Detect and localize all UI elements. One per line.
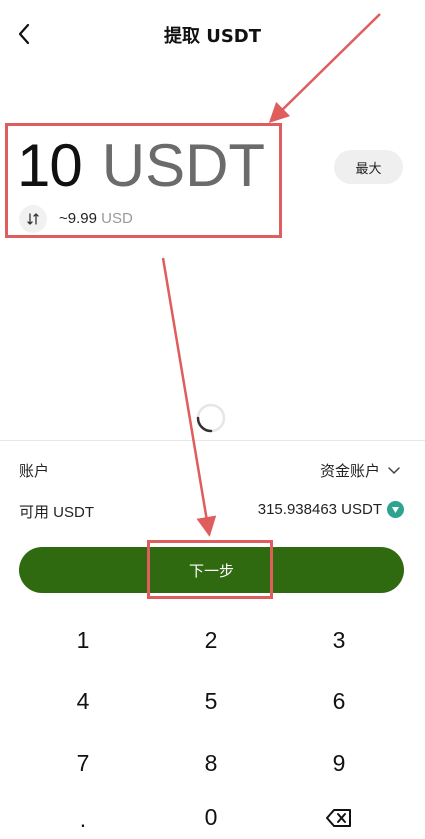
key-9[interactable]: 9: [289, 738, 389, 788]
account-value: 资金账户: [319, 463, 380, 480]
available-label: 可用 USDT: [19, 504, 95, 521]
key-dot[interactable]: .: [33, 798, 133, 839]
key-6[interactable]: 6: [289, 676, 389, 726]
annotation-box-next: [147, 540, 273, 599]
chevron-down-icon: [388, 466, 400, 474]
page-title: 提取 USDT: [163, 26, 262, 47]
diamond-badge-icon: [387, 501, 404, 518]
annotation-box-amount: [5, 123, 282, 238]
account-selector[interactable]: 资金账户: [320, 460, 400, 481]
key-7[interactable]: 7: [33, 738, 133, 788]
key-4[interactable]: 4: [33, 676, 133, 726]
key-2[interactable]: 2: [161, 615, 261, 665]
max-button[interactable]: 最大: [334, 150, 403, 184]
backspace-icon: [326, 809, 351, 827]
loading-spinner-icon: [196, 403, 226, 433]
key-3[interactable]: 3: [289, 615, 389, 665]
header: 提取 USDT: [0, 0, 425, 66]
key-1[interactable]: 1: [33, 615, 133, 665]
available-value: 315.938463 USDT: [257, 501, 382, 518]
key-0[interactable]: 0: [161, 798, 261, 839]
available-balance: 315.938463 USDT: [258, 501, 404, 518]
backspace-button[interactable]: [289, 798, 389, 839]
key-5[interactable]: 5: [161, 676, 261, 726]
key-8[interactable]: 8: [161, 738, 261, 788]
account-label: 账户: [19, 463, 50, 480]
